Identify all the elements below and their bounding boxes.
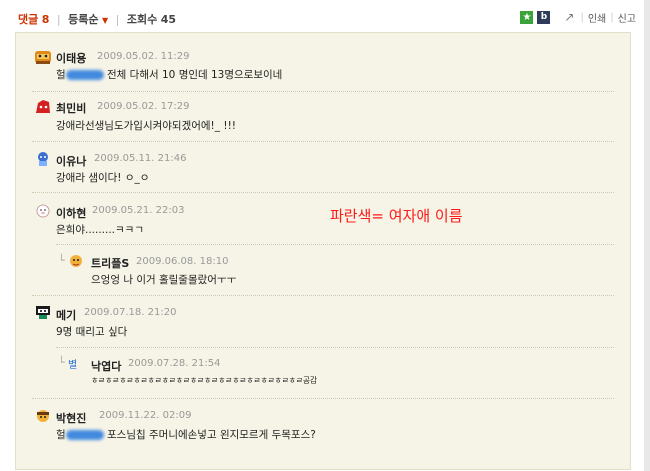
bookmark-star-icon[interactable]: ★ — [520, 10, 534, 24]
character-avatar-icon: 별 — [68, 359, 77, 371]
comment-author[interactable]: 이태용 — [56, 50, 86, 66]
divider — [56, 244, 614, 245]
comments-label[interactable]: 댓글 — [18, 13, 38, 26]
reply-arrow-icon: └ — [58, 356, 65, 369]
views-count: 45 — [160, 13, 177, 26]
comment-author[interactable]: 박현진 — [56, 410, 86, 426]
character-avatar-icon — [38, 152, 48, 166]
comment-text: 헐 포스님칩 주머니에손넣고 왼지모르게 두목포스? — [56, 429, 316, 441]
redacted-name-mark — [65, 430, 104, 440]
character-avatar-icon — [37, 410, 49, 422]
comment-text: 은희야.........ㅋㅋㄱ — [56, 224, 144, 236]
print-link[interactable]: 인쇄 — [588, 10, 606, 25]
svg-text:별: 별 — [68, 359, 77, 371]
comment-toolbar: 댓글 8 | 등록순 ▼ | 조회수 45 ★ b ↗ | 인쇄 | 신고 — [0, 0, 650, 32]
comment-date: 2009.07.28. 21:54 — [128, 358, 221, 369]
avatar[interactable]: 별 — [67, 356, 85, 372]
character-avatar-icon — [36, 100, 50, 113]
divider — [32, 91, 614, 92]
comment-text: 헐 전체 다해서 10 명인데 13명으로보이네 — [56, 69, 283, 81]
comment-author[interactable]: 트리플S — [91, 255, 129, 271]
divider — [32, 192, 614, 193]
avatar[interactable] — [34, 408, 52, 424]
avatar[interactable] — [67, 253, 85, 269]
comment-date: 2009.05.02. 17:29 — [97, 101, 190, 112]
comments-count[interactable]: 8 — [42, 13, 50, 26]
comment-text: 강애라 샘이다! ㅇ_ㅇ — [56, 172, 150, 184]
character-avatar-icon — [35, 51, 51, 64]
blog-share-icon[interactable]: b — [537, 10, 551, 24]
comment-text: ㅎㄹㅎㄹㅎㄹㅎㄹㅎㄹㅎㄹㅎㄹㅎㄹㅎㄹㅎㄹㅎㄹㅎㄹㅎㄹㅎㄹㅎㄹ공감 — [91, 376, 317, 385]
external-share-icon[interactable]: ↗ — [562, 10, 576, 24]
comment-date: 2009.07.18. 21:20 — [84, 307, 177, 318]
redacted-name-mark — [65, 70, 104, 80]
divider — [56, 347, 614, 348]
comment-author[interactable]: 낙엽다 — [91, 358, 121, 374]
comment-date: 2009.06.08. 18:10 — [136, 256, 229, 267]
separator: | — [115, 13, 120, 26]
avatar[interactable] — [34, 49, 52, 65]
separator: | — [56, 13, 61, 26]
separator: | — [610, 11, 614, 23]
character-avatar-icon — [36, 204, 50, 218]
sort-dropdown[interactable]: 등록순 — [68, 13, 98, 26]
divider — [32, 398, 614, 399]
avatar[interactable] — [34, 304, 52, 320]
comment-date: 2009.05.02. 11:29 — [97, 51, 190, 62]
avatar[interactable] — [34, 151, 52, 167]
character-avatar-icon — [36, 306, 50, 319]
character-avatar-icon — [70, 255, 82, 267]
comment-author[interactable]: 이유나 — [56, 153, 86, 169]
comment-author[interactable]: 메기 — [56, 307, 76, 323]
comment-stats: 댓글 8 | 등록순 ▼ | 조회수 45 — [18, 11, 176, 27]
comment-date: 2009.05.21. 22:03 — [92, 205, 185, 216]
avatar[interactable] — [34, 203, 52, 219]
comment-author[interactable]: 이하현 — [56, 205, 86, 221]
chevron-down-icon[interactable]: ▼ — [102, 16, 108, 25]
report-link[interactable]: 신고 — [618, 10, 636, 25]
avatar[interactable] — [34, 99, 52, 115]
comment-text: 으엉엉 나 이거 홀릴줄몰랐어ㅜㅜ — [91, 274, 237, 286]
comment-text: 9명 때리고 싶다 — [56, 326, 128, 338]
divider — [32, 295, 614, 296]
comment-date: 2009.05.11. 21:46 — [94, 153, 187, 164]
reply-arrow-icon: └ — [58, 254, 65, 267]
comment-text: 강애라선생님도가입시켜야되겠어에!_ !!! — [56, 120, 236, 132]
separator: | — [580, 11, 584, 23]
views-label: 조회수 — [126, 13, 158, 26]
toolbar-actions: ★ b ↗ | 인쇄 | 신고 — [520, 9, 636, 25]
divider — [32, 141, 614, 142]
comment-list: 이태용 2009.05.02. 11:29 헐 전체 다해서 10 명인데 13… — [15, 32, 631, 470]
comment-date: 2009.11.22. 02:09 — [99, 410, 192, 421]
scrollbar[interactable] — [644, 0, 650, 471]
comment-author[interactable]: 최민비 — [56, 100, 86, 116]
annotation-note: 파란색= 여자애 이름 — [330, 207, 463, 225]
